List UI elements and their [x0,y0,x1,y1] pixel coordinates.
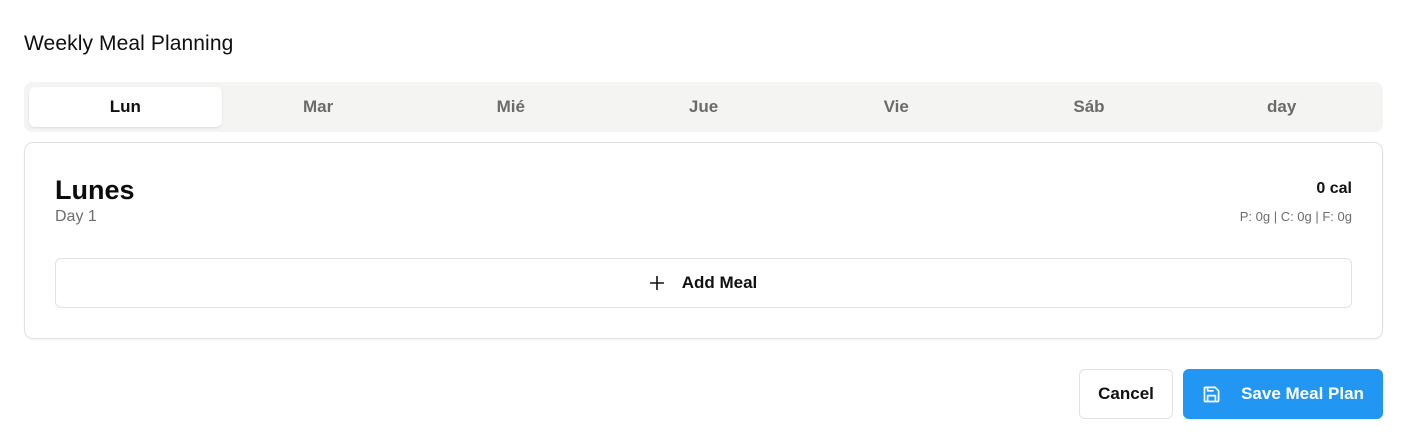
macro-summary: P: 0g | C: 0g | F: 0g [1239,209,1352,224]
tab-day[interactable]: day [1185,87,1378,127]
meal-planning-page: Weekly Meal Planning Lun Mar Mié Jue Vie… [0,0,1406,439]
tab-mar[interactable]: Mar [222,87,415,127]
add-meal-label: Add Meal [681,273,758,292]
save-meal-plan-button[interactable]: Save Meal Plan [1183,369,1383,419]
tab-lun[interactable]: Lun [29,87,222,127]
page-title: Weekly Meal Planning [24,32,234,55]
tab-mie[interactable]: Mié [414,87,607,127]
day-card: Lunes Day 1 0 cal P: 0g | C: 0g | F: 0g … [24,142,1383,339]
tab-sab[interactable]: Sáb [993,87,1186,127]
save-meal-plan-label: Save Meal Plan [1241,384,1364,403]
add-meal-button[interactable]: Add Meal [55,258,1352,308]
day-subtitle: Day 1 [55,208,97,225]
save-icon [1202,385,1221,404]
day-name: Lunes [55,175,135,205]
cancel-button[interactable]: Cancel [1079,369,1173,419]
tab-jue[interactable]: Jue [607,87,800,127]
day-tabs: Lun Mar Mié Jue Vie Sáb day [24,82,1383,132]
plus-icon [649,276,664,290]
tab-vie[interactable]: Vie [800,87,993,127]
calorie-total: 0 cal [1316,180,1352,197]
